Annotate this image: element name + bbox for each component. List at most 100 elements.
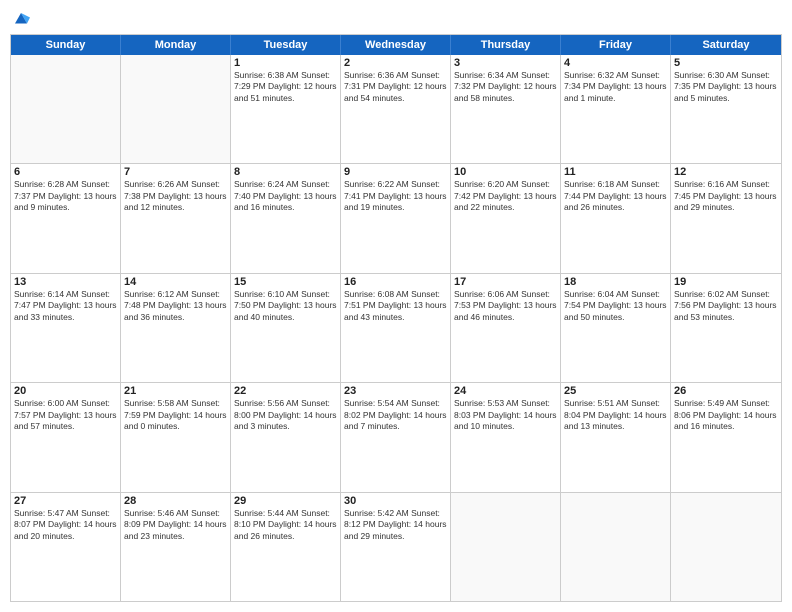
day-cell-10: 10Sunrise: 6:20 AM Sunset: 7:42 PM Dayli…: [451, 164, 561, 272]
day-info: Sunrise: 5:53 AM Sunset: 8:03 PM Dayligh…: [454, 398, 557, 432]
week-row-5: 27Sunrise: 5:47 AM Sunset: 8:07 PM Dayli…: [11, 493, 781, 601]
day-info: Sunrise: 5:58 AM Sunset: 7:59 PM Dayligh…: [124, 398, 227, 432]
empty-cell: [451, 493, 561, 601]
day-number: 18: [564, 276, 667, 288]
day-info: Sunrise: 5:42 AM Sunset: 8:12 PM Dayligh…: [344, 508, 447, 542]
day-info: Sunrise: 6:38 AM Sunset: 7:29 PM Dayligh…: [234, 70, 337, 104]
day-cell-9: 9Sunrise: 6:22 AM Sunset: 7:41 PM Daylig…: [341, 164, 451, 272]
day-number: 21: [124, 385, 227, 397]
day-number: 6: [14, 166, 117, 178]
day-cell-30: 30Sunrise: 5:42 AM Sunset: 8:12 PM Dayli…: [341, 493, 451, 601]
day-cell-8: 8Sunrise: 6:24 AM Sunset: 7:40 PM Daylig…: [231, 164, 341, 272]
day-cell-12: 12Sunrise: 6:16 AM Sunset: 7:45 PM Dayli…: [671, 164, 781, 272]
day-cell-23: 23Sunrise: 5:54 AM Sunset: 8:02 PM Dayli…: [341, 383, 451, 491]
day-number: 12: [674, 166, 778, 178]
day-number: 1: [234, 57, 337, 69]
day-number: 30: [344, 495, 447, 507]
day-cell-5: 5Sunrise: 6:30 AM Sunset: 7:35 PM Daylig…: [671, 55, 781, 163]
day-info: Sunrise: 6:28 AM Sunset: 7:37 PM Dayligh…: [14, 179, 117, 213]
day-number: 15: [234, 276, 337, 288]
day-cell-18: 18Sunrise: 6:04 AM Sunset: 7:54 PM Dayli…: [561, 274, 671, 382]
day-cell-29: 29Sunrise: 5:44 AM Sunset: 8:10 PM Dayli…: [231, 493, 341, 601]
calendar-body: 1Sunrise: 6:38 AM Sunset: 7:29 PM Daylig…: [11, 55, 781, 601]
empty-cell: [671, 493, 781, 601]
header-day-wednesday: Wednesday: [341, 35, 451, 55]
calendar-header: SundayMondayTuesdayWednesdayThursdayFrid…: [11, 35, 781, 55]
day-number: 23: [344, 385, 447, 397]
day-info: Sunrise: 6:34 AM Sunset: 7:32 PM Dayligh…: [454, 70, 557, 104]
header-day-friday: Friday: [561, 35, 671, 55]
day-number: 14: [124, 276, 227, 288]
empty-cell: [561, 493, 671, 601]
day-info: Sunrise: 5:49 AM Sunset: 8:06 PM Dayligh…: [674, 398, 778, 432]
day-number: 3: [454, 57, 557, 69]
day-number: 28: [124, 495, 227, 507]
day-info: Sunrise: 6:02 AM Sunset: 7:56 PM Dayligh…: [674, 289, 778, 323]
header-day-thursday: Thursday: [451, 35, 561, 55]
day-cell-16: 16Sunrise: 6:08 AM Sunset: 7:51 PM Dayli…: [341, 274, 451, 382]
day-info: Sunrise: 6:30 AM Sunset: 7:35 PM Dayligh…: [674, 70, 778, 104]
week-row-1: 1Sunrise: 6:38 AM Sunset: 7:29 PM Daylig…: [11, 55, 781, 164]
header-day-sunday: Sunday: [11, 35, 121, 55]
day-info: Sunrise: 6:00 AM Sunset: 7:57 PM Dayligh…: [14, 398, 117, 432]
day-cell-6: 6Sunrise: 6:28 AM Sunset: 7:37 PM Daylig…: [11, 164, 121, 272]
day-info: Sunrise: 6:08 AM Sunset: 7:51 PM Dayligh…: [344, 289, 447, 323]
page: SundayMondayTuesdayWednesdayThursdayFrid…: [0, 0, 792, 612]
day-info: Sunrise: 6:20 AM Sunset: 7:42 PM Dayligh…: [454, 179, 557, 213]
day-number: 17: [454, 276, 557, 288]
day-cell-3: 3Sunrise: 6:34 AM Sunset: 7:32 PM Daylig…: [451, 55, 561, 163]
day-cell-26: 26Sunrise: 5:49 AM Sunset: 8:06 PM Dayli…: [671, 383, 781, 491]
day-number: 25: [564, 385, 667, 397]
day-cell-2: 2Sunrise: 6:36 AM Sunset: 7:31 PM Daylig…: [341, 55, 451, 163]
logo: [10, 10, 32, 28]
header: [10, 10, 782, 28]
day-number: 26: [674, 385, 778, 397]
day-number: 10: [454, 166, 557, 178]
day-number: 4: [564, 57, 667, 69]
day-number: 2: [344, 57, 447, 69]
day-number: 20: [14, 385, 117, 397]
day-info: Sunrise: 5:56 AM Sunset: 8:00 PM Dayligh…: [234, 398, 337, 432]
day-cell-17: 17Sunrise: 6:06 AM Sunset: 7:53 PM Dayli…: [451, 274, 561, 382]
week-row-4: 20Sunrise: 6:00 AM Sunset: 7:57 PM Dayli…: [11, 383, 781, 492]
day-number: 7: [124, 166, 227, 178]
day-cell-20: 20Sunrise: 6:00 AM Sunset: 7:57 PM Dayli…: [11, 383, 121, 491]
day-cell-24: 24Sunrise: 5:53 AM Sunset: 8:03 PM Dayli…: [451, 383, 561, 491]
day-cell-25: 25Sunrise: 5:51 AM Sunset: 8:04 PM Dayli…: [561, 383, 671, 491]
day-cell-28: 28Sunrise: 5:46 AM Sunset: 8:09 PM Dayli…: [121, 493, 231, 601]
day-info: Sunrise: 6:26 AM Sunset: 7:38 PM Dayligh…: [124, 179, 227, 213]
day-number: 8: [234, 166, 337, 178]
day-info: Sunrise: 6:16 AM Sunset: 7:45 PM Dayligh…: [674, 179, 778, 213]
day-info: Sunrise: 6:18 AM Sunset: 7:44 PM Dayligh…: [564, 179, 667, 213]
day-cell-27: 27Sunrise: 5:47 AM Sunset: 8:07 PM Dayli…: [11, 493, 121, 601]
header-day-tuesday: Tuesday: [231, 35, 341, 55]
day-info: Sunrise: 5:54 AM Sunset: 8:02 PM Dayligh…: [344, 398, 447, 432]
day-cell-7: 7Sunrise: 6:26 AM Sunset: 7:38 PM Daylig…: [121, 164, 231, 272]
empty-cell: [121, 55, 231, 163]
day-cell-22: 22Sunrise: 5:56 AM Sunset: 8:00 PM Dayli…: [231, 383, 341, 491]
day-number: 13: [14, 276, 117, 288]
header-day-saturday: Saturday: [671, 35, 781, 55]
header-day-monday: Monday: [121, 35, 231, 55]
day-cell-19: 19Sunrise: 6:02 AM Sunset: 7:56 PM Dayli…: [671, 274, 781, 382]
calendar: SundayMondayTuesdayWednesdayThursdayFrid…: [10, 34, 782, 602]
day-cell-14: 14Sunrise: 6:12 AM Sunset: 7:48 PM Dayli…: [121, 274, 231, 382]
day-info: Sunrise: 6:04 AM Sunset: 7:54 PM Dayligh…: [564, 289, 667, 323]
day-info: Sunrise: 6:10 AM Sunset: 7:50 PM Dayligh…: [234, 289, 337, 323]
day-cell-1: 1Sunrise: 6:38 AM Sunset: 7:29 PM Daylig…: [231, 55, 341, 163]
day-cell-21: 21Sunrise: 5:58 AM Sunset: 7:59 PM Dayli…: [121, 383, 231, 491]
day-cell-4: 4Sunrise: 6:32 AM Sunset: 7:34 PM Daylig…: [561, 55, 671, 163]
day-info: Sunrise: 5:46 AM Sunset: 8:09 PM Dayligh…: [124, 508, 227, 542]
day-info: Sunrise: 6:14 AM Sunset: 7:47 PM Dayligh…: [14, 289, 117, 323]
day-info: Sunrise: 6:36 AM Sunset: 7:31 PM Dayligh…: [344, 70, 447, 104]
day-info: Sunrise: 5:44 AM Sunset: 8:10 PM Dayligh…: [234, 508, 337, 542]
day-info: Sunrise: 6:06 AM Sunset: 7:53 PM Dayligh…: [454, 289, 557, 323]
day-number: 5: [674, 57, 778, 69]
day-number: 11: [564, 166, 667, 178]
day-number: 24: [454, 385, 557, 397]
day-cell-13: 13Sunrise: 6:14 AM Sunset: 7:47 PM Dayli…: [11, 274, 121, 382]
day-number: 9: [344, 166, 447, 178]
day-number: 22: [234, 385, 337, 397]
day-cell-15: 15Sunrise: 6:10 AM Sunset: 7:50 PM Dayli…: [231, 274, 341, 382]
day-info: Sunrise: 6:32 AM Sunset: 7:34 PM Dayligh…: [564, 70, 667, 104]
